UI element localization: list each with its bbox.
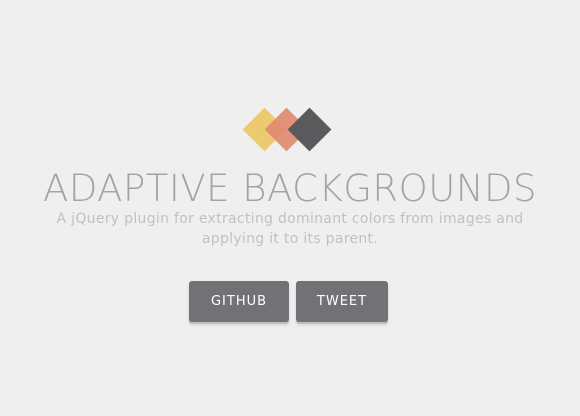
dark-diamond-icon [287, 107, 332, 152]
three-diamonds-logo-icon [242, 107, 338, 152]
page-title: ADAPTIVE BACKGROUNDS [43, 167, 537, 210]
page-subtitle: A jQuery plugin for extracting dominant … [56, 211, 524, 247]
github-button[interactable]: GITHUB [189, 281, 289, 322]
tweet-button[interactable]: TWEET [296, 281, 388, 322]
